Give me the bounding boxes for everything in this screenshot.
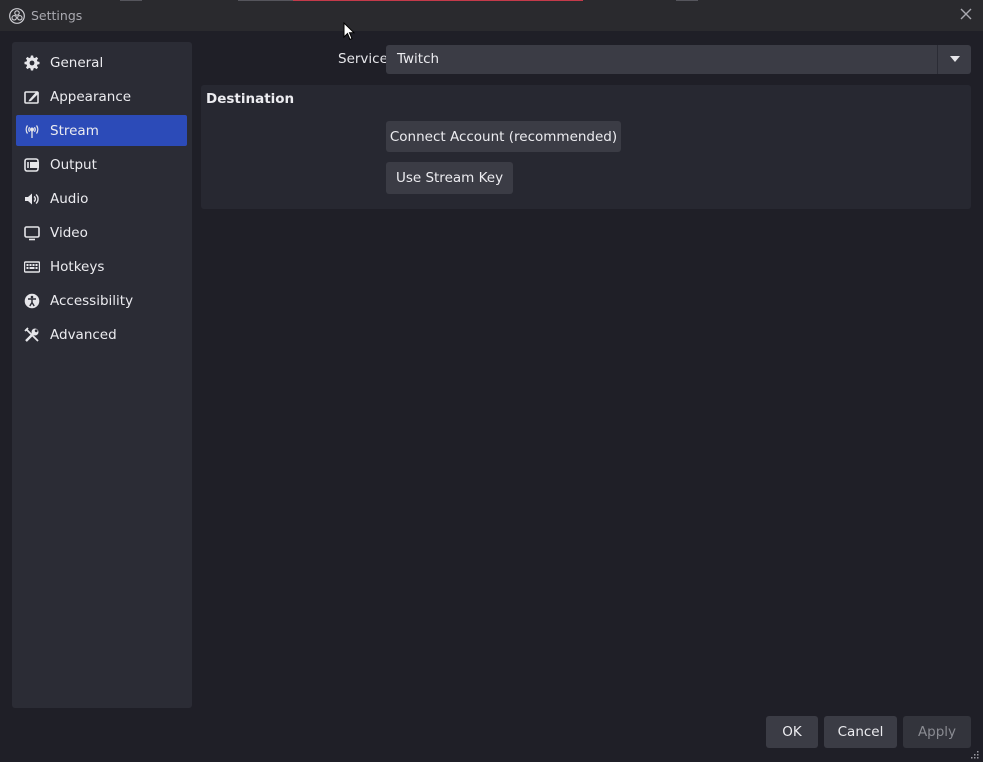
gear-icon [23,54,41,72]
close-icon[interactable] [959,7,973,21]
sidebar-item-label: Audio [50,190,89,207]
service-label: Service [338,51,388,67]
sidebar-item-hotkeys[interactable]: Hotkeys [16,251,187,282]
output-icon [23,156,41,174]
title-bar-accent [293,0,583,1]
title-bar-accent [676,0,698,1]
wrench-icon [23,326,41,344]
select-divider [937,45,938,74]
sidebar-item-video[interactable]: Video [16,217,187,248]
service-select[interactable]: Twitch [386,45,971,74]
ok-button[interactable]: OK [766,716,818,748]
chevron-down-icon [950,56,960,62]
antenna-icon [23,122,41,140]
sidebar-item-advanced[interactable]: Advanced [16,319,187,350]
sidebar-item-label: Accessibility [50,292,134,309]
sidebar-item-label: Video [50,224,88,241]
sidebar-item-label: Stream [50,122,99,139]
speaker-icon [23,190,41,208]
sidebar-item-label: Appearance [50,88,132,105]
obs-logo-icon [9,8,25,24]
sidebar-item-label: Advanced [50,326,117,343]
title-bar: Settings [0,0,983,31]
cancel-button[interactable]: Cancel [824,716,897,748]
sidebar-item-output[interactable]: Output [16,149,187,180]
settings-sidebar: General Appearance Stream Output Audio V… [12,42,192,708]
sidebar-item-accessibility[interactable]: Accessibility [16,285,187,316]
sidebar-item-appearance[interactable]: Appearance [16,81,187,112]
sidebar-item-general[interactable]: General [16,47,187,78]
resize-grip-icon[interactable] [971,751,979,759]
appearance-icon [23,88,41,106]
monitor-icon [23,224,41,242]
mouse-cursor-icon [343,22,355,41]
use-stream-key-button[interactable]: Use Stream Key [386,162,513,194]
title-bar-accent [120,0,142,1]
sidebar-item-label: General [50,54,104,71]
service-select-value: Twitch [397,51,440,67]
sidebar-item-label: Hotkeys [50,258,105,275]
sidebar-item-stream[interactable]: Stream [16,115,187,146]
window-title: Settings [31,8,83,23]
connect-account-button[interactable]: Connect Account (recommended) [386,121,621,152]
title-bar-accent [238,0,293,1]
destination-group: Destination Connect Account (recommended… [201,85,971,209]
accessibility-icon [23,292,41,310]
destination-heading: Destination [206,91,295,107]
keyboard-icon [23,258,41,276]
apply-button[interactable]: Apply [903,716,971,748]
sidebar-item-audio[interactable]: Audio [16,183,187,214]
sidebar-item-label: Output [50,156,97,173]
